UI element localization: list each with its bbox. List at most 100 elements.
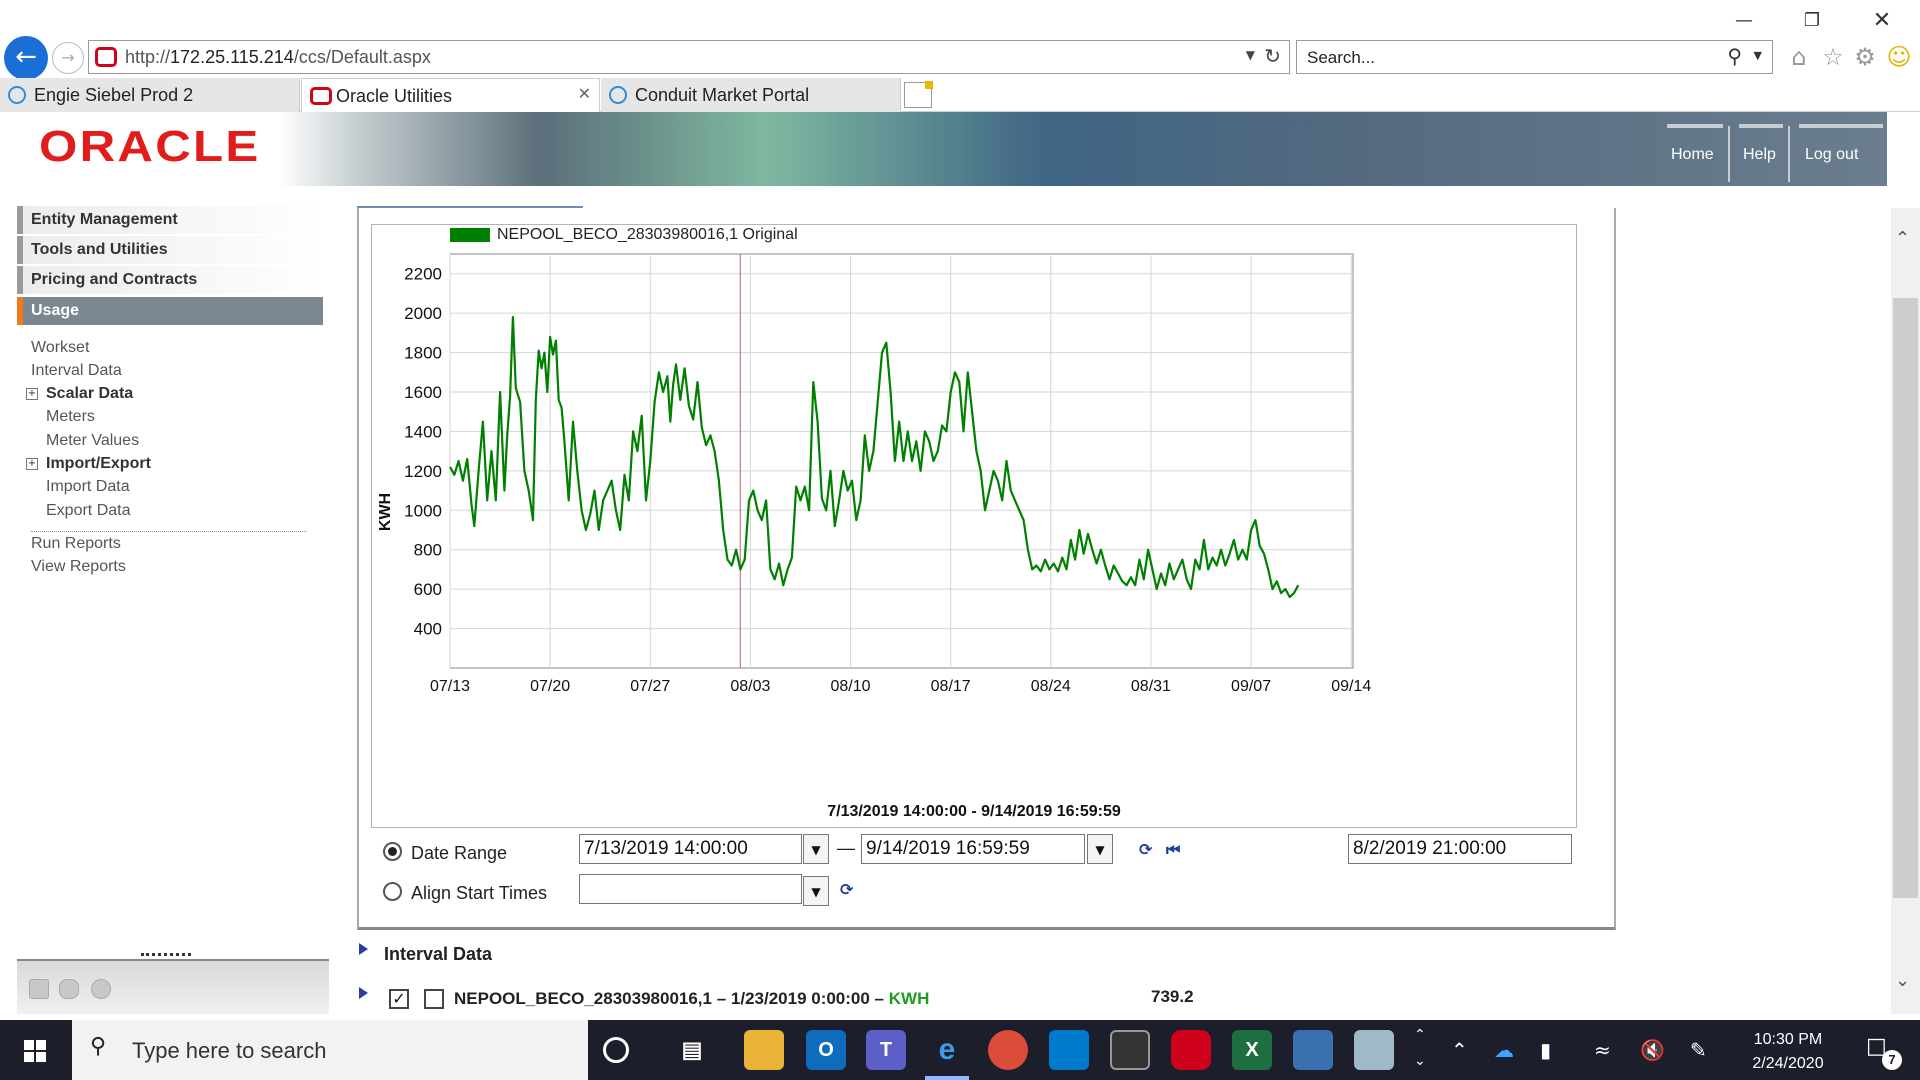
database-icon[interactable] <box>59 979 79 999</box>
forward-button[interactable]: → <box>52 42 84 74</box>
date-range-radio[interactable] <box>383 842 402 861</box>
tab-engie-siebel[interactable]: Engie Siebel Prod 2 <box>0 78 300 112</box>
outlook-icon[interactable]: O <box>806 1030 846 1070</box>
end-date-dropdown[interactable]: ▼ <box>1087 834 1113 864</box>
volume-muted-icon[interactable]: 🔇 <box>1640 1038 1665 1062</box>
tab-oracle-utilities[interactable]: Oracle Utilities ✕ <box>301 78 600 113</box>
tab-conduit-market[interactable]: Conduit Market Portal <box>601 78 901 112</box>
pen-icon[interactable]: ✎ <box>1690 1038 1707 1062</box>
plot-area[interactable]: 400 600 800 1000 1200 1400 1600 1800 2000 2200 07/… <box>404 253 1371 695</box>
nav-entity-management[interactable]: Entity Management <box>17 206 323 234</box>
nav-pricing-contracts[interactable]: Pricing and Contracts <box>17 266 323 294</box>
system-clock[interactable]: 10:30 PM 2/24/2020 <box>1742 1028 1834 1076</box>
interval-row-value: 739.2 <box>1151 987 1194 1006</box>
network-app-icon[interactable] <box>1293 1030 1333 1070</box>
new-tab-button[interactable] <box>904 81 933 108</box>
file-explorer-icon[interactable] <box>744 1030 784 1070</box>
align-start-radio[interactable] <box>383 882 402 901</box>
notes-app-icon[interactable] <box>1354 1030 1394 1070</box>
browser-search-box[interactable]: Search... ⚲ ▼ <box>1296 40 1773 74</box>
search-placeholder[interactable]: Search... <box>1307 48 1375 68</box>
nav-interval-data[interactable]: Interval Data <box>31 362 122 380</box>
favorites-star-icon[interactable]: ☆ <box>1818 42 1848 72</box>
cortana-icon[interactable] <box>603 1037 629 1063</box>
logout-link[interactable]: Log out <box>1805 146 1858 164</box>
expand-icon[interactable]: + <box>26 388 38 400</box>
nav-run-reports[interactable]: Run Reports <box>31 535 121 553</box>
settings-gear-icon[interactable]: ⚙ <box>1850 42 1880 72</box>
nav-scalar-data[interactable]: Scalar Data <box>46 385 133 403</box>
scroll-up-icon[interactable]: ⌃ <box>1895 228 1910 249</box>
scroll-down-icon[interactable]: ⌄ <box>1895 970 1910 991</box>
vertical-scrollbar[interactable]: ⌃ ⌄ <box>1891 208 1920 1014</box>
interval-data-heading: Interval Data <box>384 944 493 964</box>
home-icon[interactable] <box>91 979 111 999</box>
usage-line-chart[interactable]: NEPOOL_BECO_28303980016,1 Original 400 60… <box>371 224 1577 828</box>
refresh-range-icon[interactable]: ⟳ <box>1139 840 1152 859</box>
home-link[interactable]: Home <box>1671 146 1714 164</box>
battery-icon[interactable]: ▮ <box>1540 1038 1551 1062</box>
nav-workset[interactable]: Workset <box>31 339 89 357</box>
nav-tools-utilities[interactable]: Tools and Utilities <box>17 236 323 264</box>
row-visible-checkbox[interactable]: ✓ <box>389 989 409 1009</box>
nav-usage[interactable]: Usage <box>17 297 323 325</box>
back-button[interactable]: ← <box>4 36 48 80</box>
end-date-input[interactable] <box>861 834 1085 864</box>
windows-start-icon[interactable] <box>24 1040 46 1062</box>
left-navigation: Entity Management Tools and Utilities Pr… <box>17 206 329 1014</box>
start-date-input[interactable] <box>579 834 802 864</box>
notification-center-icon[interactable]: □ 7 <box>1866 1034 1902 1070</box>
wifi-icon[interactable]: ≈ <box>1594 1038 1611 1062</box>
chrome-icon[interactable] <box>988 1030 1028 1070</box>
expand-icon[interactable]: + <box>26 458 38 470</box>
teams-icon[interactable]: T <box>866 1030 906 1070</box>
address-bar[interactable]: http://172.25.115.214/ccs/Default.aspx ▼… <box>88 40 1290 74</box>
taskbar-search-placeholder[interactable]: Type here to search <box>132 1038 326 1064</box>
close-window-button[interactable]: ✕ <box>1862 6 1902 36</box>
excel-icon[interactable]: X <box>1232 1030 1272 1070</box>
taskbar-search-box[interactable]: ⚲ Type here to search <box>72 1020 588 1080</box>
search-icon[interactable]: ⚲ <box>1727 44 1742 68</box>
vscode-icon[interactable] <box>1049 1030 1089 1070</box>
align-start-input[interactable] <box>579 874 802 904</box>
row-select-checkbox[interactable] <box>424 989 444 1009</box>
nav-meters[interactable]: Meters <box>46 408 95 426</box>
expand-interval-icon[interactable] <box>359 943 368 955</box>
copy-icon[interactable] <box>29 979 49 999</box>
cursor-date-input[interactable] <box>1348 834 1572 864</box>
resize-grip[interactable] <box>141 953 191 956</box>
feedback-smiley-icon[interactable]: ☺ <box>1884 42 1914 72</box>
nav-export-data[interactable]: Export Data <box>46 502 130 520</box>
align-start-dropdown[interactable]: ▼ <box>803 876 829 906</box>
home-icon[interactable]: ⌂ <box>1784 42 1814 72</box>
task-view-icon[interactable]: ▤ <box>672 1030 712 1070</box>
x-tick-label: 09/14 <box>1331 678 1371 695</box>
x-tick-label: 08/17 <box>931 678 971 695</box>
scrollbar-thumb[interactable] <box>1893 298 1918 898</box>
tray-expand-icon[interactable]: ⌃ ⌄ <box>1414 1022 1426 1074</box>
nav-view-reports[interactable]: View Reports <box>31 558 126 576</box>
nav-import-export[interactable]: Import/Export <box>46 455 151 473</box>
restore-button[interactable]: ❐ <box>1792 6 1832 36</box>
nav-import-data[interactable]: Import Data <box>46 478 130 496</box>
tab-label: Oracle Utilities <box>336 86 453 106</box>
oracle-app-icon[interactable] <box>1171 1030 1211 1070</box>
minimize-button[interactable]: — <box>1724 6 1764 36</box>
close-tab-icon[interactable]: ✕ <box>578 84 591 103</box>
expand-row-icon[interactable] <box>359 987 368 999</box>
onedrive-icon[interactable]: ☁ <box>1494 1038 1514 1062</box>
terminal-icon[interactable] <box>1110 1030 1150 1070</box>
address-url[interactable]: http://172.25.115.214/ccs/Default.aspx <box>125 47 431 68</box>
address-dropdown-icon[interactable]: ▼ <box>1246 48 1255 62</box>
tray-chevron-icon[interactable]: ⌃ <box>1451 1038 1468 1062</box>
nav-meter-values[interactable]: Meter Values <box>46 432 139 450</box>
internet-explorer-icon[interactable]: e <box>927 1030 967 1070</box>
clock-date: 2/24/2020 <box>1752 1055 1824 1072</box>
search-dropdown-icon[interactable]: ▼ <box>1754 49 1762 62</box>
rewind-icon[interactable]: ⏮ <box>1166 840 1180 860</box>
refresh-align-icon[interactable]: ⟳ <box>840 880 853 899</box>
refresh-icon[interactable]: ↻ <box>1264 44 1281 68</box>
start-date-dropdown[interactable]: ▼ <box>803 834 829 864</box>
align-start-label: Align Start Times <box>411 883 548 903</box>
help-link[interactable]: Help <box>1743 146 1776 164</box>
